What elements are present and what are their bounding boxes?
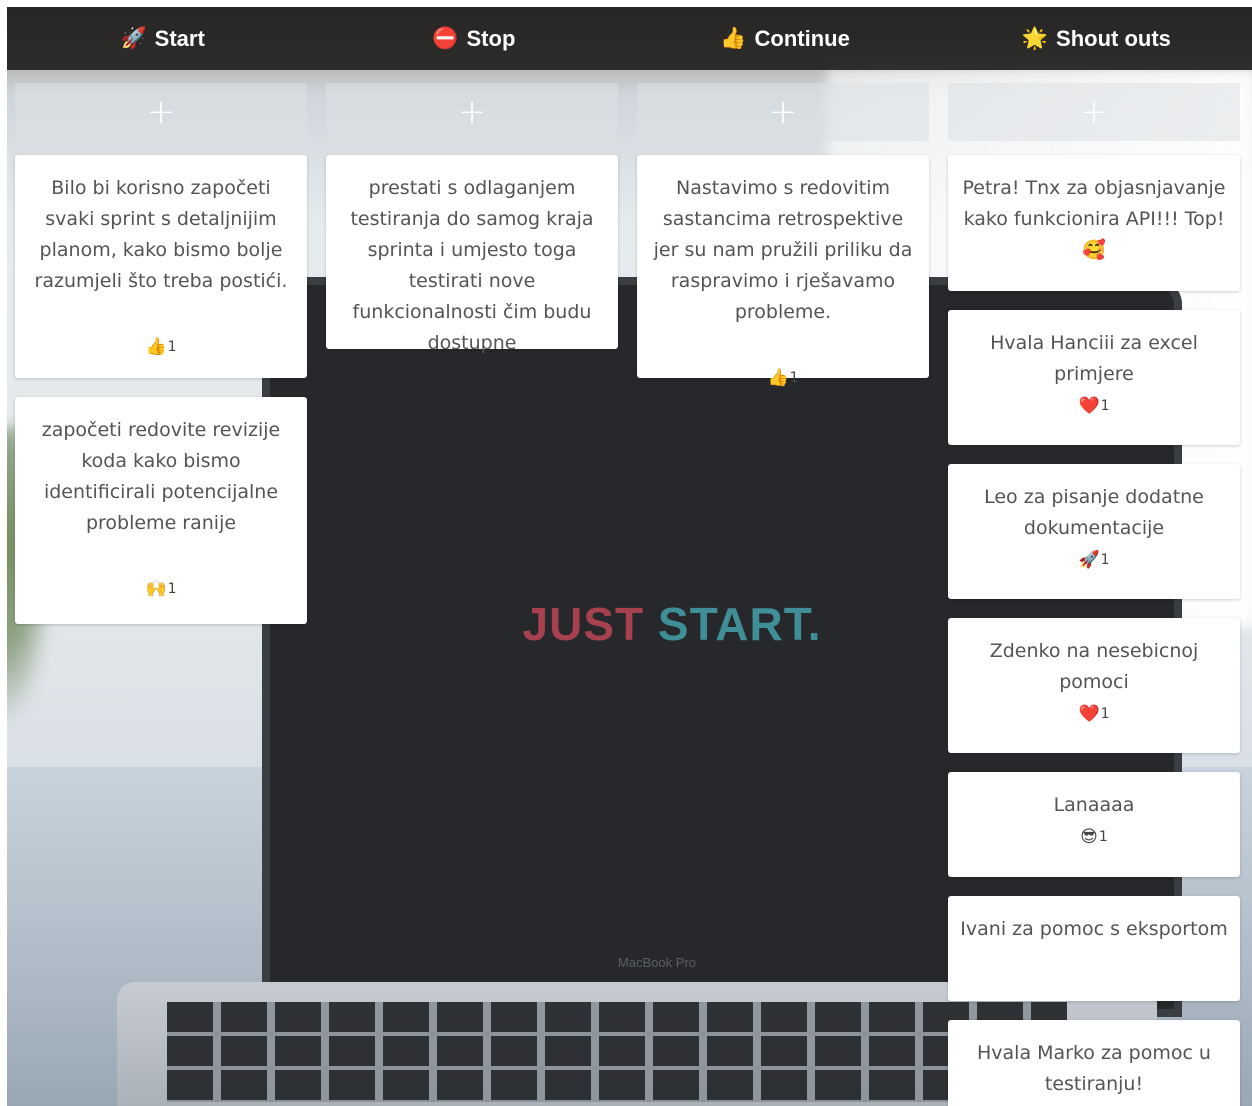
rocket-icon: 🚀 [120,26,147,50]
retro-card[interactable]: prestati s odlaganjem testiranja do samo… [326,155,618,354]
column-title: Shout outs [1056,25,1171,51]
thumbs-up-icon: 👍 [145,337,167,357]
card-text: Nastavimo s redovitim sastancima retrosp… [653,177,913,323]
reaction-count: 1 [1100,398,1110,414]
sunglasses-face-icon: 😎 [1080,827,1098,847]
retro-card[interactable]: Leo za pisanje dodatne dokumentacije 🚀 1 [948,464,1240,599]
heart-icon: ❤️ [1078,704,1100,724]
retro-board: JUST START. MacBook Pro 🚀 Start ⛔ Stop 👍… [7,7,1252,1106]
retro-card[interactable]: Hvala Hanciii za excel primjere ❤️ 1 [948,310,1240,445]
reaction-button[interactable]: 👍 1 [767,368,798,388]
column-title: Start [154,25,205,51]
column-continue: + Nastavimo s redovitim sastancima retro… [637,83,929,1106]
column-title: Continue [754,25,850,51]
add-card-button[interactable]: + [326,83,618,141]
add-card-button[interactable]: + [15,83,307,141]
card-text: Lanaaaa [1053,794,1135,816]
column-header-stop[interactable]: ⛔ Stop [318,7,629,70]
thumbs-up-icon: 👍 [767,368,789,388]
reaction-button[interactable]: ❤️ 1 [1078,396,1109,416]
raised-hands-icon: 🙌 [145,579,167,599]
heart-icon: ❤️ [1078,396,1100,416]
card-text: Leo za pisanje dodatne dokumentacije [984,486,1204,539]
retro-card[interactable]: Bilo bi korisno započeti svaki sprint s … [15,155,307,378]
column-header-continue[interactable]: 👍 Continue [630,7,941,70]
retro-card[interactable]: Hvala Marko za pomoc u testiranju! [948,1020,1240,1106]
reaction-count: 1 [1098,829,1108,845]
retro-card[interactable]: Nastavimo s redovitim sastancima retrosp… [637,155,929,388]
reaction-count: 1 [1100,706,1110,722]
retro-card[interactable]: Ivani za pomoc s eksportom [948,896,1240,1001]
card-text: Ivani za pomoc s eksportom [960,918,1228,940]
column-stop: + prestati s odlaganjem testiranja do sa… [326,83,618,1106]
card-text: započeti redovite revizije koda kako bis… [41,419,281,534]
card-text: Petra! Tnx za objasnjavanje kako funkcio… [962,177,1226,261]
reaction-button[interactable]: 🚀 1 [1078,550,1109,570]
retro-card[interactable]: Zdenko na nesebicnoj pomoci ❤️ 1 [948,618,1240,753]
reaction-count: 1 [167,581,177,597]
board-columns: + Bilo bi korisno započeti svaki sprint … [15,83,1245,1106]
column-header-shout-outs[interactable]: 🌟 Shout outs [941,7,1252,70]
reaction-button[interactable]: 🙌 1 [145,579,176,599]
card-text: Bilo bi korisno započeti svaki sprint s … [34,177,288,292]
add-card-button[interactable]: + [948,83,1240,141]
retro-card[interactable]: započeti redovite revizije koda kako bis… [15,397,307,624]
retro-card[interactable]: Petra! Tnx za objasnjavanje kako funkcio… [948,155,1240,291]
rocket-icon: 🚀 [1078,550,1100,570]
column-header-bar: 🚀 Start ⛔ Stop 👍 Continue 🌟 Shout outs [7,7,1252,70]
card-text: Hvala Marko za pomoc u testiranju! [977,1042,1211,1095]
card-text: Zdenko na nesebicnoj pomoci [989,640,1199,693]
thumbs-up-icon: 👍 [720,26,747,50]
column-title: Stop [466,25,516,51]
reaction-button[interactable]: 😎 1 [1080,827,1108,847]
card-text: prestati s odlaganjem testiranja do samo… [350,177,594,354]
star-icon: 🌟 [1021,26,1049,50]
card-text: Hvala Hanciii za excel primjere [990,332,1198,385]
reaction-count: 1 [1100,552,1110,568]
column-shout-outs: + Petra! Tnx za objasnjavanje kako funkc… [948,83,1240,1106]
reaction-count: 1 [167,339,177,355]
column-header-start[interactable]: 🚀 Start [7,7,318,70]
reaction-count: 1 [789,370,799,386]
reaction-button[interactable]: 👍 1 [145,337,176,357]
column-start: + Bilo bi korisno započeti svaki sprint … [15,83,307,1106]
no-entry-icon: ⛔ [432,26,459,50]
retro-card[interactable]: Lanaaaa 😎 1 [948,772,1240,877]
add-card-button[interactable]: + [637,83,929,141]
reaction-button[interactable]: ❤️ 1 [1078,704,1109,724]
